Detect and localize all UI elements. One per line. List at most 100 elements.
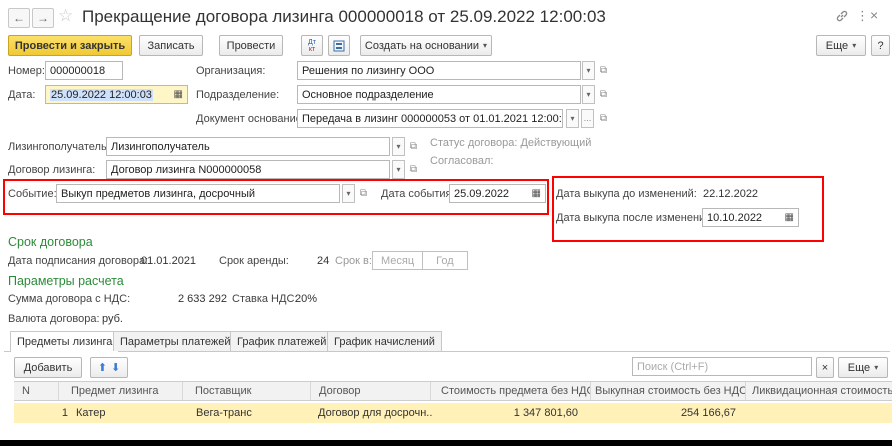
column-header-item[interactable]: Предмет лизинга [58, 382, 182, 400]
basis-select-button[interactable]: … [581, 109, 594, 128]
items-more-button[interactable]: Еще ▾ [838, 357, 888, 378]
buyout-after-value: 10.10.2022 [707, 211, 763, 224]
vat-rate-label: Ставка НДС: [232, 293, 298, 305]
help-button[interactable]: ? [871, 35, 890, 56]
unit-year-option[interactable]: Год [423, 252, 467, 269]
row-supplier: Вега-транс [196, 407, 252, 419]
column-header-cost[interactable]: Стоимость предмета без НДС [430, 382, 590, 400]
row-item: Катер [76, 407, 106, 419]
basis-dropdown-button[interactable]: ▾ [566, 109, 579, 128]
more-button[interactable]: Еще ▾ [816, 35, 866, 56]
buyout-after-field[interactable]: 10.10.2022 ▦ [702, 208, 799, 227]
division-value: Основное подразделение [302, 88, 434, 101]
add-button[interactable]: Добавить [14, 357, 82, 378]
table-row[interactable]: 1 Катер Вега-транс Договор для досрочн..… [14, 403, 892, 423]
contract-value: Договор лизинга N000000058 [111, 163, 262, 176]
number-value: 000000018 [50, 64, 106, 77]
tab-payment-schedule[interactable]: График платежей [230, 331, 334, 351]
open-link-icon[interactable]: ⧉ [597, 85, 610, 104]
term-in-label: Срок в: [335, 255, 372, 267]
column-header-supplier[interactable]: Поставщик [182, 382, 310, 400]
back-button[interactable]: ← [8, 8, 30, 28]
tab-accrual-schedule[interactable]: График начислений [327, 331, 442, 351]
calc-section-header: Параметры расчета [8, 274, 124, 288]
arrow-up-icon[interactable]: ⬆ [98, 361, 107, 374]
organization-field[interactable]: Решения по лизингу ООО [297, 61, 581, 80]
contract-label: Договор лизинга: [8, 164, 96, 176]
items-more-label: Еще [847, 361, 871, 374]
lessee-dropdown-button[interactable]: ▾ [392, 137, 405, 156]
vat-rate-value: 20% [295, 293, 318, 305]
open-link-icon[interactable]: ⧉ [597, 109, 610, 128]
structure-button[interactable] [328, 35, 350, 56]
arrow-right-icon: → [37, 11, 49, 25]
arrow-down-icon[interactable]: ⬇ [111, 361, 120, 374]
arrow-left-icon: ← [13, 11, 25, 25]
number-field[interactable]: 000000018 [45, 61, 123, 80]
buyout-before-value: 22.12.2022 [703, 188, 759, 200]
event-field[interactable]: Выкуп предметов лизинга, досрочный [56, 184, 340, 203]
contract-field[interactable]: Договор лизинга N000000058 [106, 160, 390, 179]
search-input[interactable]: Поиск (Ctrl+F) [632, 357, 812, 376]
more-vertical-icon[interactable]: ⋮ [856, 8, 869, 24]
column-header-liquidation[interactable]: Ликвидационная стоимость б [745, 382, 892, 400]
division-field[interactable]: Основное подразделение [297, 85, 581, 104]
event-date-field[interactable]: 25.09.2022 ▦ [449, 184, 546, 203]
favorite-star-icon[interactable]: ☆ [58, 6, 73, 26]
forward-button[interactable]: → [32, 8, 54, 28]
move-buttons[interactable]: ⬆ ⬇ [90, 357, 128, 378]
calendar-icon[interactable]: ▦ [532, 188, 541, 199]
date-value: 25.09.2022 12:00:03 [50, 88, 153, 101]
organization-value: Решения по лизингу ООО [302, 64, 435, 77]
more-label: Еще [825, 39, 849, 52]
chevron-down-icon: ▾ [396, 142, 401, 151]
basis-document-value: Передача в лизинг 000000053 от 01.01.202… [302, 112, 563, 125]
post-and-close-button[interactable]: Провести и закрыть [8, 35, 132, 56]
chevron-down-icon: ▾ [586, 66, 591, 75]
calendar-icon[interactable]: ▦ [785, 212, 794, 223]
basis-document-field[interactable]: Передача в лизинг 000000053 от 01.01.202… [297, 109, 563, 128]
dt-kt-button[interactable]: Дт кт [301, 35, 323, 56]
page-title: Прекращение договора лизинга 000000018 о… [82, 7, 606, 26]
open-link-icon[interactable]: ⧉ [407, 137, 420, 156]
event-value: Выкуп предметов лизинга, досрочный [61, 187, 256, 200]
bottom-edge-bar [0, 440, 892, 446]
organization-label: Организация: [196, 65, 266, 77]
chevron-down-icon: ▾ [586, 90, 591, 99]
column-header-buyout[interactable]: Выкупная стоимость без НДС [590, 382, 745, 400]
division-dropdown-button[interactable]: ▾ [582, 85, 595, 104]
unit-month-option[interactable]: Месяц [373, 252, 424, 269]
column-header-n[interactable]: N [14, 382, 58, 400]
search-placeholder: Поиск (Ctrl+F) [637, 360, 709, 373]
buyout-before-label: Дата выкупа до изменений: [556, 188, 697, 200]
calendar-icon[interactable]: ▦ [174, 89, 183, 100]
lessee-field[interactable]: Лизингополучатель [106, 137, 390, 156]
save-button[interactable]: Записать [139, 35, 203, 56]
lease-term-value: 24 [317, 255, 330, 267]
chevron-down-icon: ▾ [346, 189, 351, 198]
date-field[interactable]: 25.09.2022 12:00:03 ▦ [45, 85, 188, 104]
number-label: Номер: [8, 65, 45, 77]
tab-payment-params[interactable]: Параметры платежей [113, 331, 238, 351]
link-icon[interactable] [835, 9, 849, 26]
event-dropdown-button[interactable]: ▾ [342, 184, 355, 203]
open-link-icon[interactable]: ⧉ [407, 160, 420, 179]
kt-label: кт [308, 45, 316, 53]
chevron-down-icon: ▾ [852, 41, 857, 50]
open-link-icon[interactable]: ⧉ [597, 61, 610, 80]
organization-dropdown-button[interactable]: ▾ [582, 61, 595, 80]
close-icon[interactable]: × [870, 7, 878, 23]
post-button[interactable]: Провести [219, 35, 283, 56]
contract-dropdown-button[interactable]: ▾ [392, 160, 405, 179]
structure-icon [333, 40, 345, 51]
clear-search-button[interactable]: × [816, 357, 834, 378]
event-label: Событие: [8, 188, 57, 200]
column-header-contract[interactable]: Договор [310, 382, 430, 400]
contract-amount-value: 2 633 292 [178, 293, 227, 305]
agreed-label: Согласовал: [430, 155, 494, 167]
tab-leasing-items[interactable]: Предметы лизинга [10, 331, 120, 352]
open-link-icon[interactable]: ⧉ [357, 184, 370, 203]
term-unit-toggle[interactable]: Месяц Год [372, 251, 468, 270]
lease-term-label: Срок аренды: [219, 255, 289, 267]
create-based-on-button[interactable]: Создать на основании ▾ [360, 35, 492, 56]
